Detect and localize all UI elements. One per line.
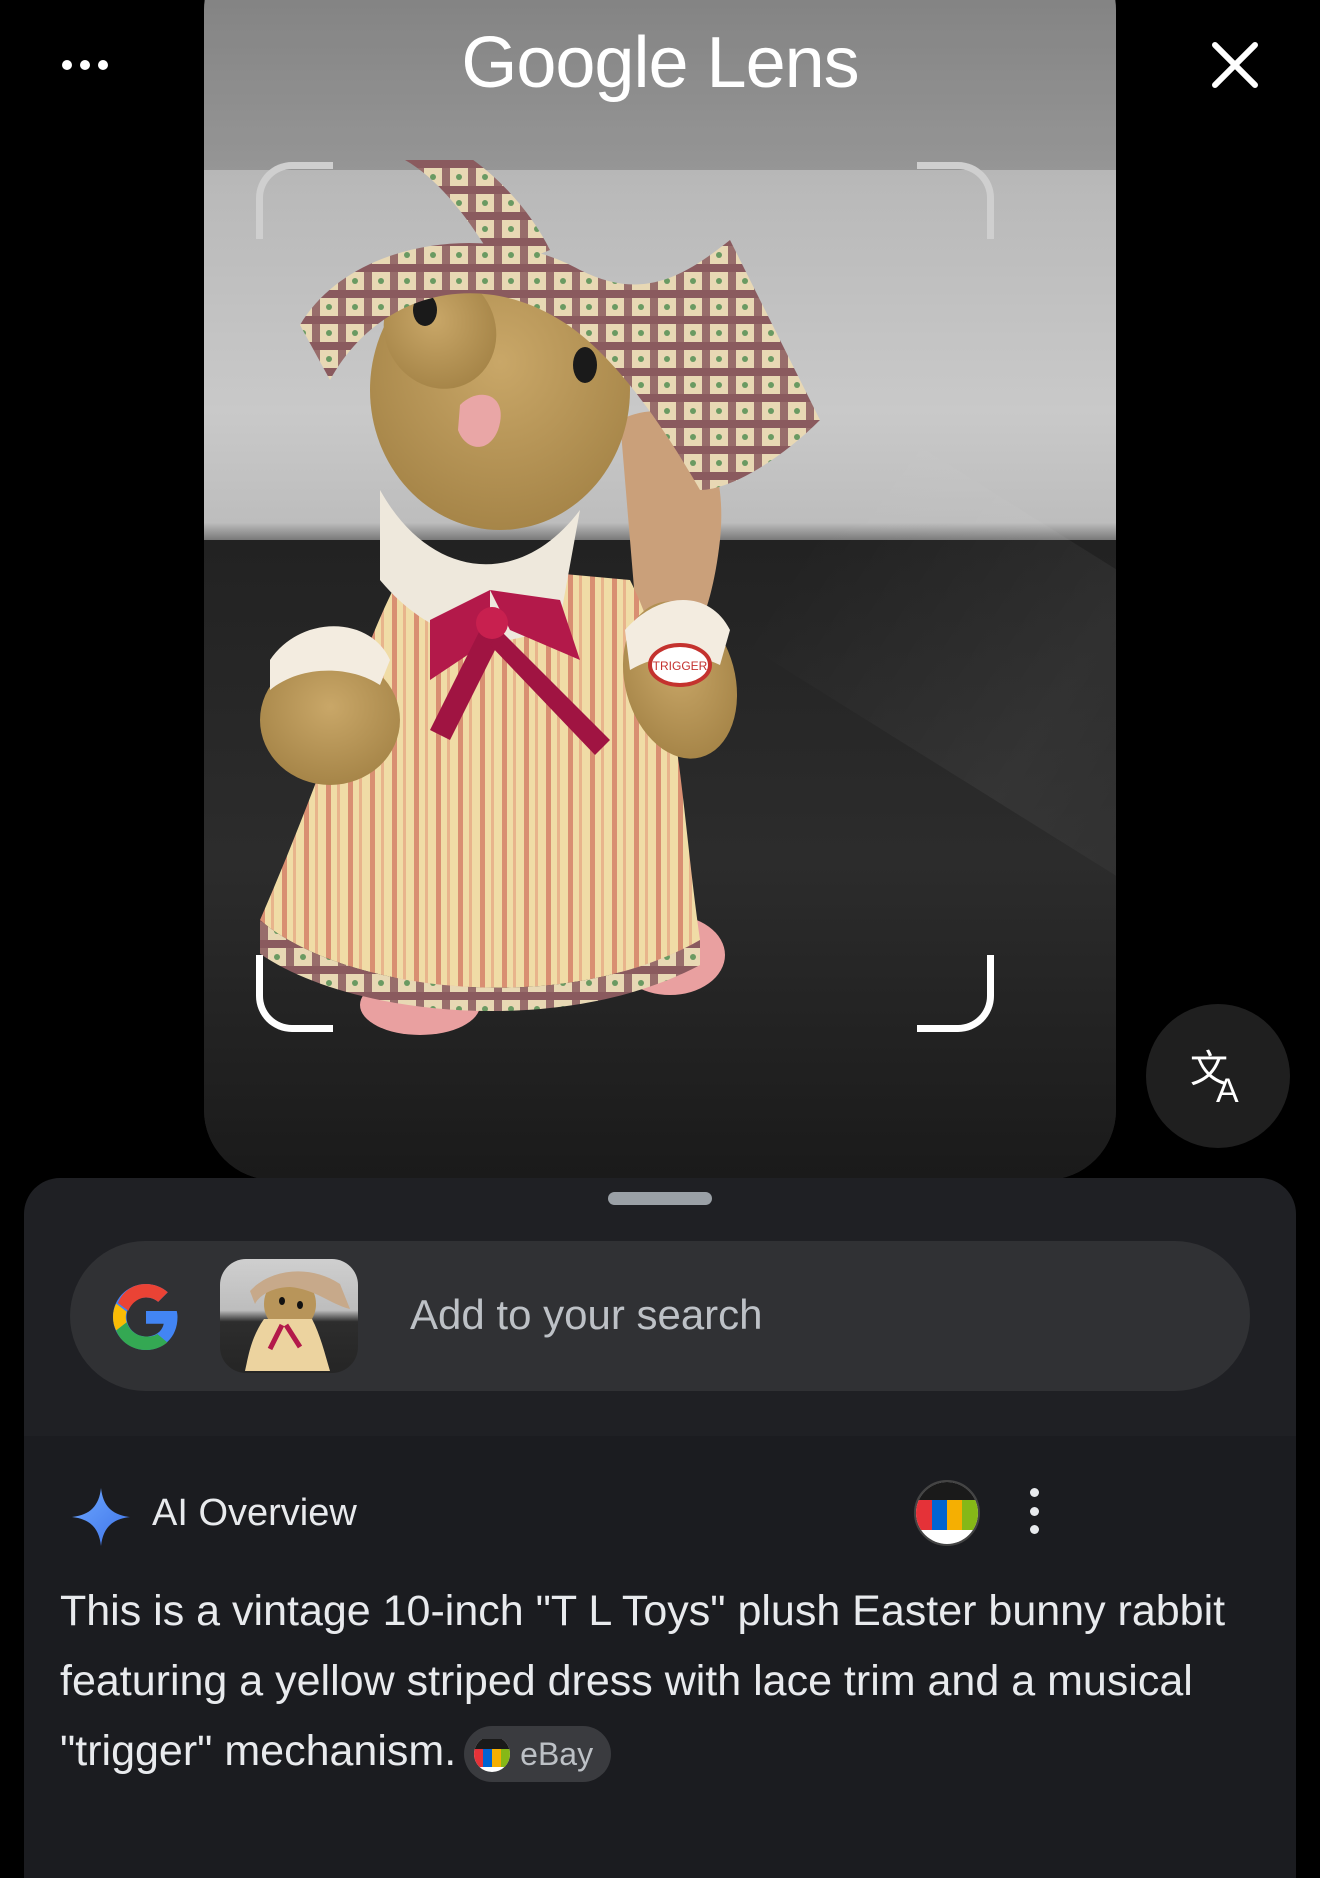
results-bottom-sheet: Add to your search AI Overview This is a… (24, 1178, 1296, 1878)
ai-overview-panel: AI Overview This is a vintage 10-inch "T… (24, 1436, 1296, 1878)
source-avatar-icon[interactable] (914, 1480, 980, 1546)
more-vert-icon (1029, 1488, 1039, 1497)
camera-viewer: TRIGGER Google Lens 文 A (0, 0, 1320, 1180)
source-chip[interactable]: eBay (464, 1725, 612, 1782)
search-image-thumbnail[interactable] (220, 1259, 358, 1373)
selection-corner-bottom-right[interactable] (917, 955, 994, 1032)
ai-overview-title: AI Overview (152, 1492, 357, 1534)
translate-icon: 文 A (1190, 1047, 1239, 1108)
ebay-logo (916, 1482, 978, 1544)
search-bar[interactable]: Add to your search (70, 1241, 1250, 1391)
sheet-drag-handle[interactable] (608, 1192, 712, 1205)
scan-selection-frame[interactable] (256, 162, 994, 1032)
selection-corner-top-left[interactable] (256, 162, 333, 239)
kebab-dot (1029, 1525, 1039, 1534)
ebay-chip-icon (474, 1736, 511, 1772)
source-chip-label: eBay (520, 1735, 594, 1772)
thumbnail-bunny-image (245, 1271, 350, 1371)
overflow-menu-button[interactable] (1024, 1488, 1044, 1534)
app-title: Google Lens (461, 23, 859, 103)
selection-corner-top-right[interactable] (917, 162, 994, 239)
sparkle-icon (72, 1488, 130, 1546)
svg-text:A: A (1216, 1072, 1239, 1108)
google-g-logo (113, 1284, 178, 1350)
kebab-dot (1029, 1506, 1039, 1516)
close-icon[interactable] (1205, 35, 1265, 95)
search-input[interactable]: Add to your search (410, 1291, 763, 1339)
ai-overview-text: This is a vintage 10-inch "T L Toys" plu… (60, 1587, 1226, 1775)
ai-overview-text-block: This is a vintage 10-inch "T L Toys" plu… (60, 1576, 1260, 1786)
top-bar: Google Lens (0, 0, 1320, 140)
selection-corner-bottom-left[interactable] (256, 955, 333, 1032)
translate-button[interactable]: 文 A (1146, 1004, 1290, 1148)
